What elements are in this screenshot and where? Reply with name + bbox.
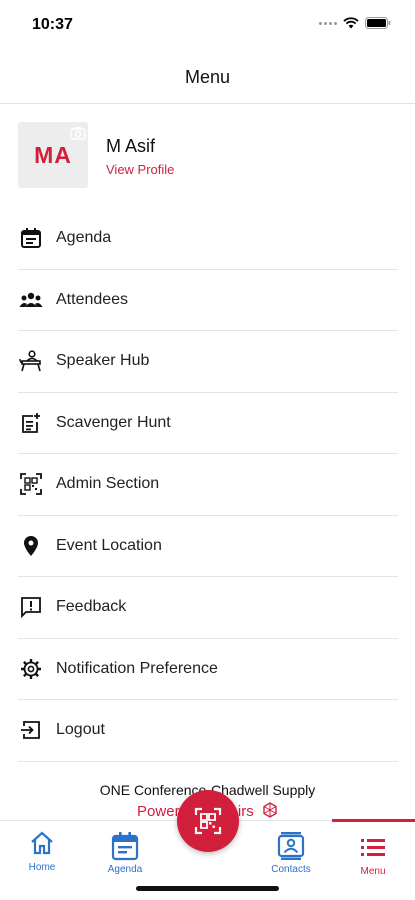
feedback-icon (18, 594, 44, 620)
view-profile-link[interactable]: View Profile (106, 162, 174, 177)
status-bar: 10:37 (0, 0, 415, 50)
tab-agenda[interactable]: Agenda (90, 831, 160, 875)
camera-icon[interactable] (70, 126, 86, 140)
battery-icon (365, 17, 391, 29)
menu-item-notification-preference[interactable]: Notification Preference (18, 639, 398, 700)
profile-name: M Asif (106, 136, 156, 156)
status-time: 10:37 (32, 16, 73, 33)
location-pin-icon (18, 533, 44, 559)
menu-list: Agenda Attendees Speaker Hub Scavenger H… (18, 208, 398, 762)
tab-menu[interactable]: Menu (338, 831, 408, 877)
logout-icon (18, 717, 44, 743)
menu-item-label: Attendees (56, 290, 129, 308)
tab-label: Menu (360, 866, 386, 877)
menu-item-logout[interactable]: Logout (18, 700, 398, 762)
qr-scan-icon (18, 471, 44, 497)
page-title: Menu (184, 67, 231, 87)
menu-item-speaker-hub[interactable]: Speaker Hub (18, 331, 398, 393)
menu-item-label: Agenda (56, 229, 112, 247)
menu-item-label: Feedback (56, 598, 127, 616)
calendar-icon (18, 225, 44, 251)
tab-label: Agenda (107, 864, 143, 875)
people-icon (18, 287, 44, 313)
home-indicator (136, 886, 279, 891)
speaker-icon (18, 348, 44, 374)
tab-active-indicator (332, 819, 415, 822)
note-add-icon (18, 410, 44, 436)
gear-icon (18, 656, 44, 682)
menu-item-label: Notification Preference (56, 659, 218, 677)
header: Menu (0, 50, 415, 104)
menu-item-feedback[interactable]: Feedback (18, 577, 398, 639)
tab-contacts[interactable]: Contacts (256, 831, 326, 875)
tab-label: Contacts (271, 864, 311, 875)
home-icon (31, 831, 53, 855)
avatar[interactable]: MA (18, 122, 88, 188)
profile-card[interactable]: MA M Asif View Profile (18, 122, 398, 192)
wifi-icon (343, 17, 359, 29)
menu-item-scavenger-hunt[interactable]: Scavenger Hunt (18, 393, 398, 454)
menu-item-event-location[interactable]: Event Location (18, 516, 398, 577)
avatar-initials: MA (34, 142, 72, 168)
contacts-icon (277, 832, 305, 860)
menu-item-label: Admin Section (56, 475, 160, 493)
qr-scan-icon (194, 807, 222, 835)
menu-item-agenda[interactable]: Agenda (18, 208, 398, 270)
list-icon (361, 839, 385, 856)
tab-home[interactable]: Home (7, 831, 77, 873)
signal-icon (319, 21, 337, 25)
menu-item-label: Speaker Hub (56, 352, 150, 370)
tab-label: Home (28, 862, 56, 873)
menu-item-label: Scavenger Hunt (56, 413, 171, 431)
calendar-icon (111, 832, 139, 861)
menu-item-admin-section[interactable]: Admin Section (18, 454, 398, 516)
menu-item-label: Logout (56, 721, 105, 739)
scan-qr-button[interactable] (177, 790, 239, 852)
menu-item-attendees[interactable]: Attendees (18, 270, 398, 331)
status-icons (319, 17, 391, 29)
menu-item-label: Event Location (56, 536, 162, 554)
fairs-logo-icon (263, 802, 277, 818)
